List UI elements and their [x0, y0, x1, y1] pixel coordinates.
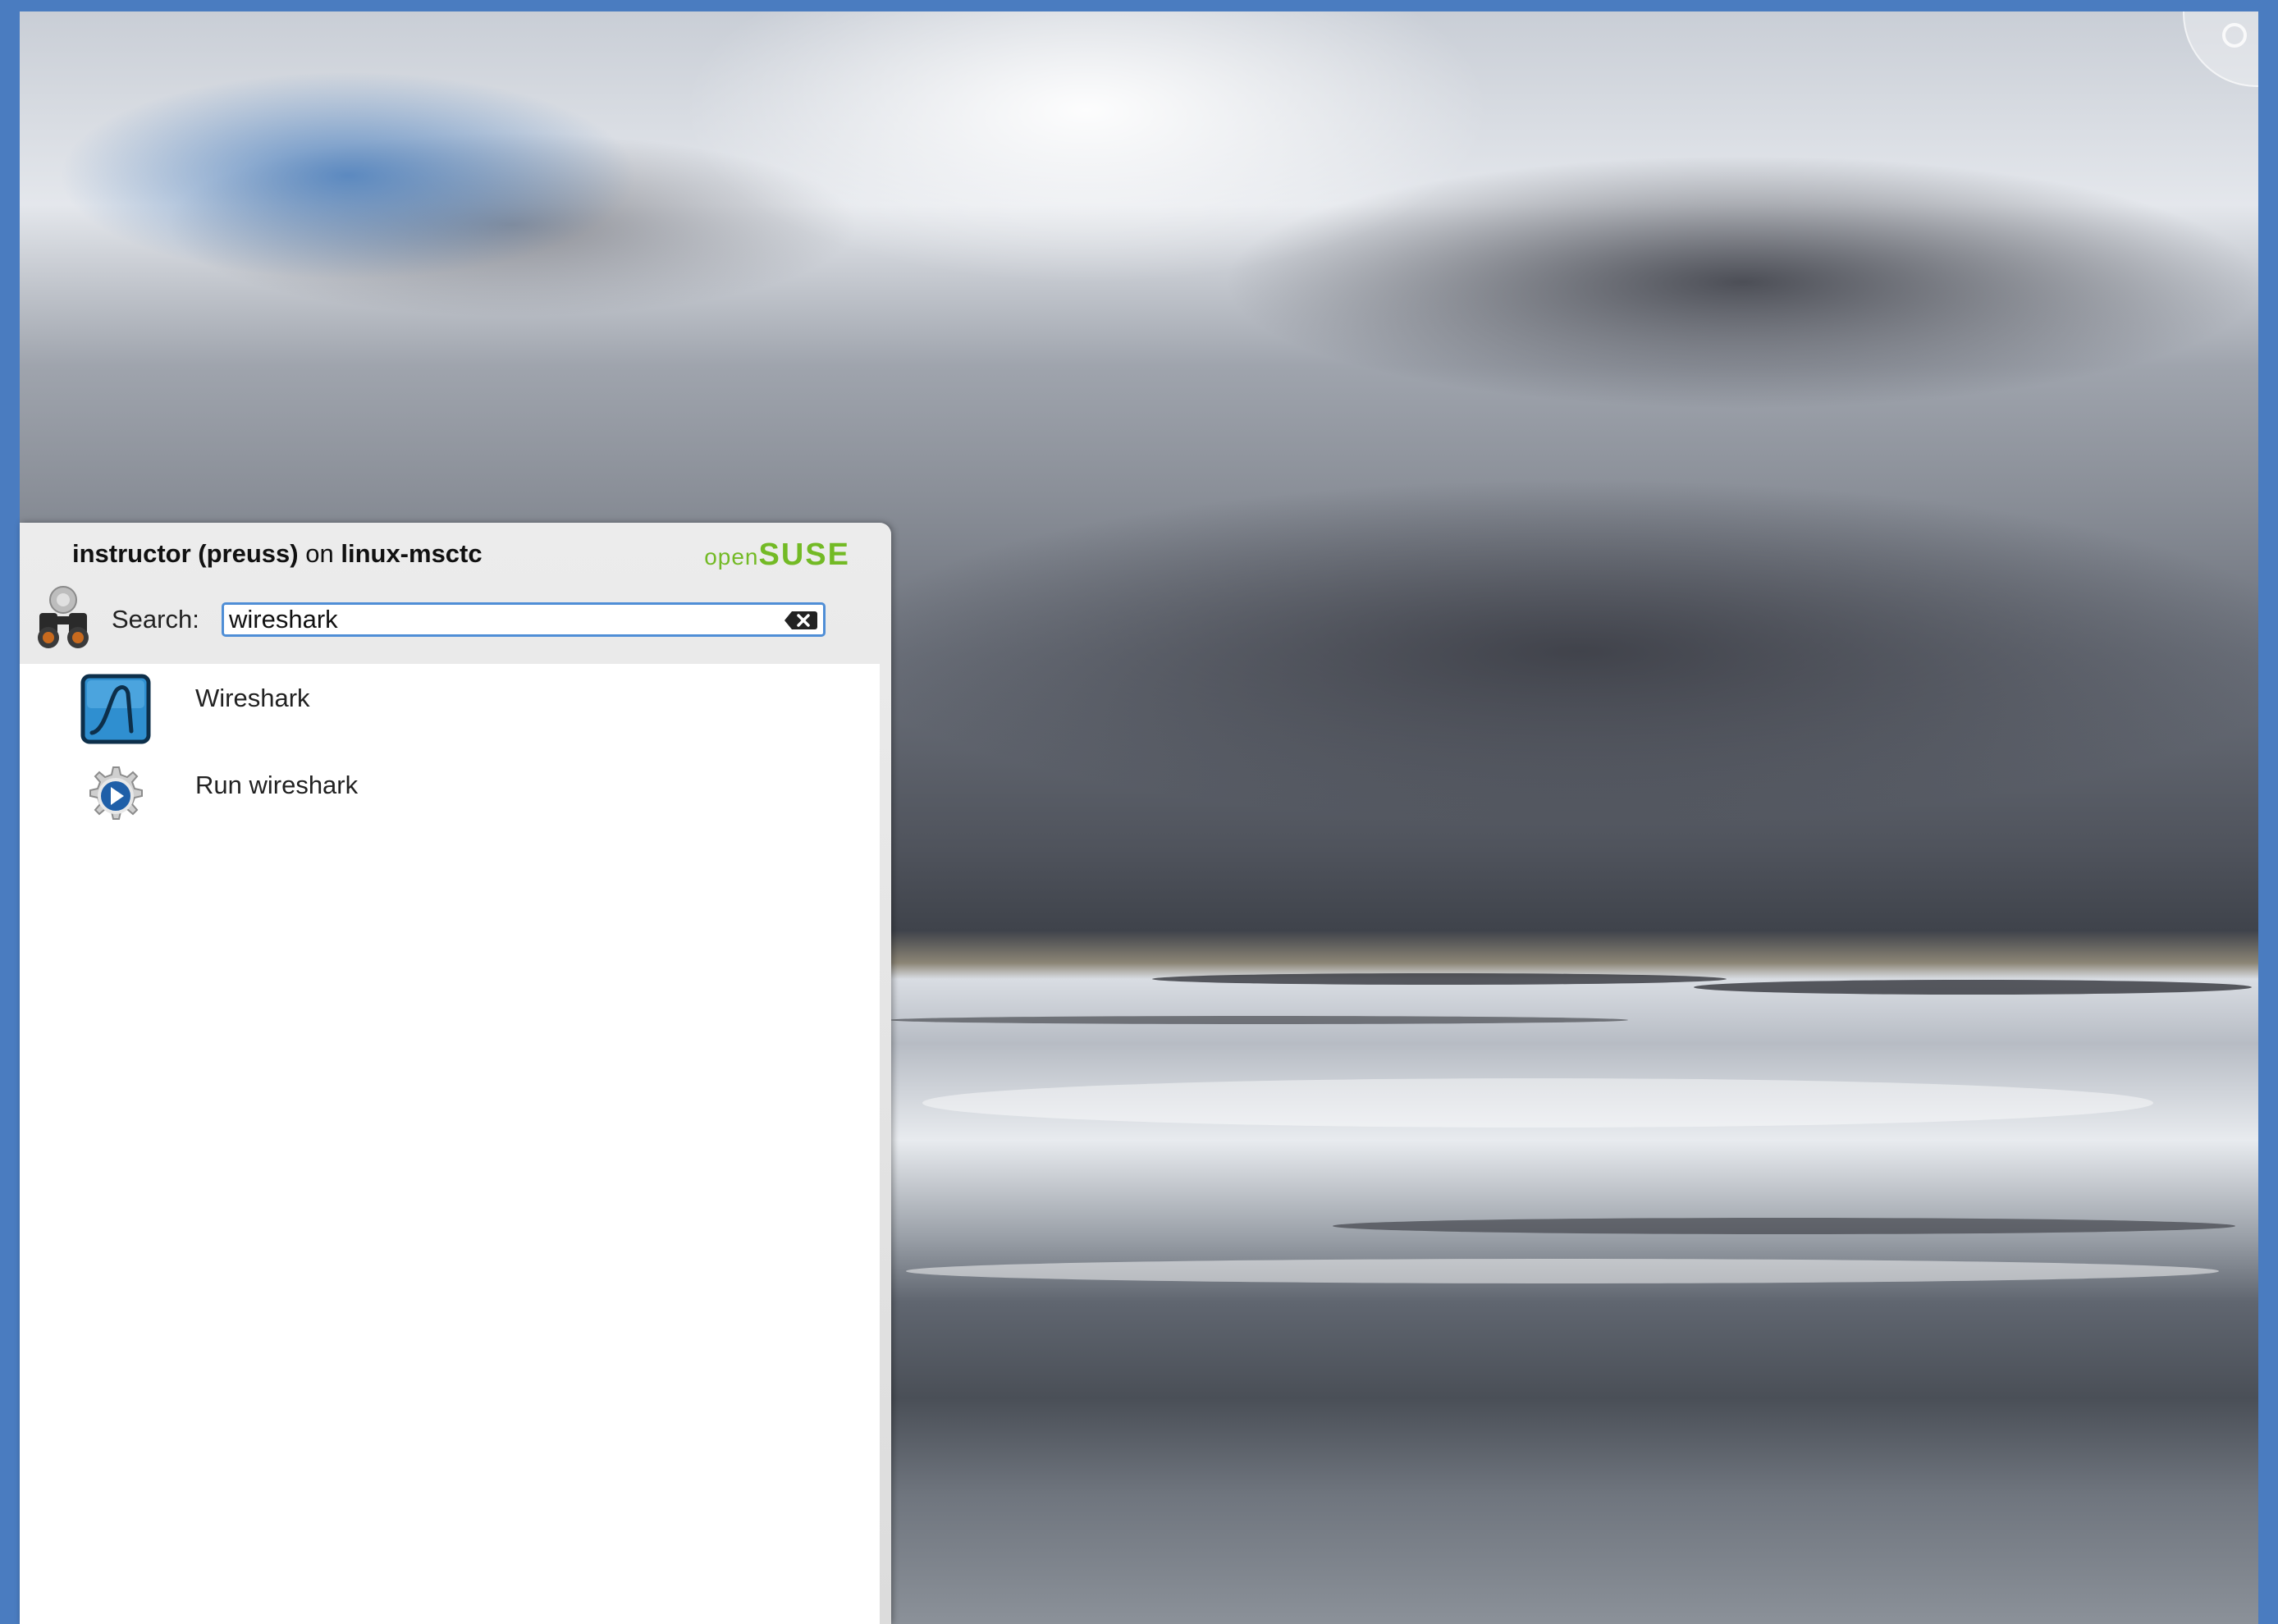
desktop-toolbox-corner[interactable]	[2183, 11, 2258, 87]
brand-suse: SUSE	[758, 538, 850, 572]
search-input[interactable]	[229, 605, 771, 634]
run-command-icon	[89, 766, 143, 820]
brand-open: open	[704, 544, 759, 570]
clear-search-icon[interactable]	[784, 610, 818, 631]
search-results-list: Wireshark Run wireshark	[20, 664, 880, 1624]
result-item-run-command[interactable]: Run wireshark	[80, 761, 819, 835]
search-label: Search:	[112, 605, 199, 634]
result-label: Wireshark	[195, 684, 310, 712]
result-label: Run wireshark	[195, 771, 359, 799]
result-item-wireshark[interactable]: Wireshark	[80, 674, 819, 748]
host-name: linux-msctc	[341, 539, 483, 568]
search-field[interactable]	[222, 602, 826, 637]
binoculars-icon	[38, 586, 89, 648]
on-word: on	[305, 539, 334, 568]
user-host-line: instructor (preuss) on linux-msctc	[72, 539, 483, 569]
user-name: instructor (preuss)	[72, 539, 299, 568]
wireshark-icon	[80, 674, 151, 744]
application-launcher: instructor (preuss) on linux-msctc openS…	[20, 523, 891, 1624]
launcher-header: instructor (preuss) on linux-msctc openS…	[20, 523, 891, 662]
opensuse-logo: openSUSE	[704, 538, 850, 573]
